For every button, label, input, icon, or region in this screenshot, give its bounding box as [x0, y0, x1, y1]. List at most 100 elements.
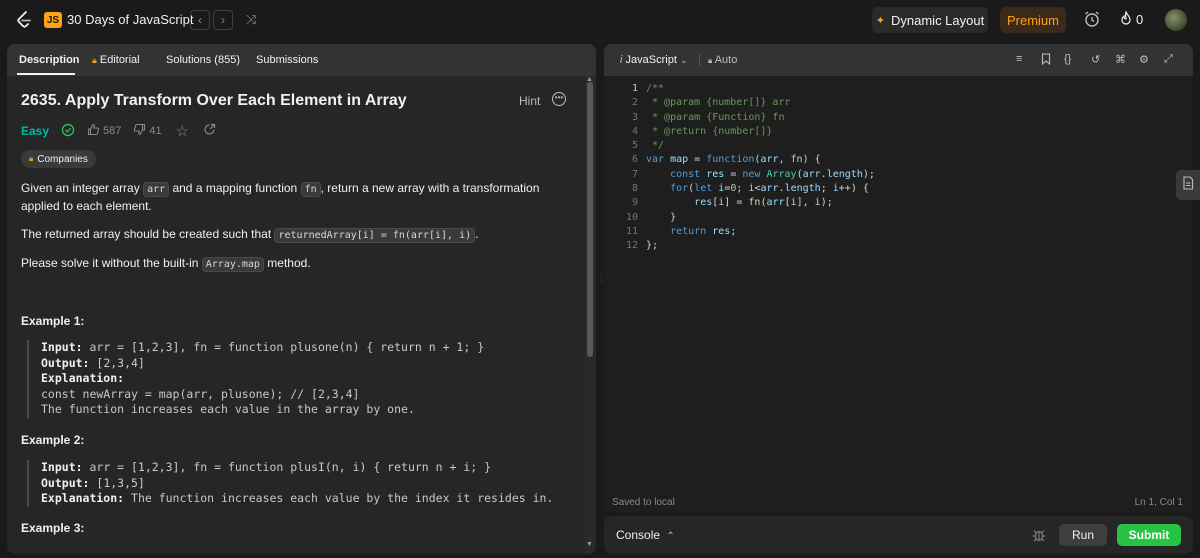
- dislike-button[interactable]: 41: [133, 123, 162, 139]
- input-value: arr = [1,2,3], fn = function plusone(n) …: [82, 340, 485, 354]
- output-value: [1,3,5]: [89, 475, 145, 490]
- side-panel-toggle[interactable]: [1176, 170, 1200, 200]
- problem-title[interactable]: 2635. Apply Transform Over Each Element …: [21, 92, 407, 110]
- line-number: 9: [631, 197, 638, 209]
- description-paragraph: Given an integer array arr and a mapping…: [21, 180, 571, 215]
- streak-counter[interactable]: 0: [1120, 10, 1143, 28]
- description-panel: Description 🔒︎ Editorial Solutions (855)…: [7, 44, 596, 554]
- line-number: 2: [631, 97, 638, 109]
- prev-problem-button[interactable]: ‹: [190, 10, 210, 30]
- next-problem-button[interactable]: ›: [213, 10, 233, 30]
- star-icon[interactable]: ☆: [176, 122, 189, 140]
- lock-icon: 🔒︎: [29, 154, 34, 163]
- desc-text: Given an integer array: [21, 181, 144, 195]
- auto-mode[interactable]: 🔒︎ Auto: [708, 54, 737, 66]
- explanation-line: The function increases each value in the…: [41, 402, 415, 417]
- example-block: Input: arr = [1,2,3], fn = function plus…: [27, 340, 484, 418]
- line-number: 8: [631, 183, 638, 195]
- console-bar: Console ⌃ Run Submit: [604, 516, 1193, 554]
- alarm-clock-icon[interactable]: [1083, 10, 1101, 28]
- thumbs-down-icon: [133, 123, 146, 139]
- panel-resize-handle[interactable]: ⋮: [597, 274, 606, 290]
- line-number: 6: [631, 154, 638, 166]
- chevron-right-icon: ›: [221, 13, 225, 27]
- leetcode-logo-icon[interactable]: [14, 10, 34, 30]
- auto-label: Auto: [714, 54, 738, 66]
- scroll-down-arrow-icon[interactable]: ▼: [586, 541, 593, 548]
- line-number: 11: [625, 225, 638, 237]
- language-select[interactable]: i JavaScript ⌄: [620, 54, 687, 66]
- thumbs-up-icon: [87, 123, 100, 139]
- braces-icon[interactable]: {}: [1064, 53, 1071, 65]
- output-label: Output:: [41, 355, 90, 370]
- line-number: 4: [631, 125, 638, 137]
- user-avatar[interactable]: [1165, 9, 1187, 31]
- explanation-line: const newArray = map(arr, plusone); // […: [41, 386, 360, 401]
- tab-editorial-label: Editorial: [99, 54, 140, 66]
- inline-code: Array.map: [201, 257, 264, 272]
- lock-icon: 🔒︎: [708, 56, 713, 65]
- more-options-icon[interactable]: •••: [552, 92, 566, 106]
- companies-tag[interactable]: 🔒︎ Companies: [21, 150, 96, 168]
- companies-label: Companies: [37, 153, 88, 165]
- example-heading: Example 1:: [21, 314, 85, 328]
- line-number: 7: [631, 168, 638, 180]
- bookmark-icon[interactable]: [1041, 53, 1051, 68]
- code-content[interactable]: /** * @param {number[]} arr * @param {Fu…: [646, 82, 875, 254]
- reset-icon[interactable]: ↺: [1091, 53, 1100, 66]
- output-label: Output:: [41, 475, 90, 490]
- run-button[interactable]: Run: [1059, 524, 1107, 546]
- example-heading: Example 2:: [21, 433, 85, 447]
- dynamic-layout-button[interactable]: ✦ Dynamic Layout: [872, 7, 988, 33]
- debug-bug-icon[interactable]: [1031, 527, 1047, 543]
- premium-button[interactable]: Premium: [1000, 7, 1066, 33]
- share-icon[interactable]: [203, 123, 216, 139]
- line-number: 10: [625, 211, 638, 223]
- toolbar-separator: [699, 54, 700, 66]
- explanation-label: Explanation:: [41, 491, 125, 506]
- command-icon[interactable]: ⌘: [1115, 53, 1126, 66]
- submit-button[interactable]: Submit: [1117, 524, 1181, 546]
- expand-icon[interactable]: ⤢: [1164, 53, 1173, 66]
- console-label: Console: [616, 528, 661, 542]
- format-lines-icon[interactable]: ≡: [1016, 53, 1022, 65]
- inline-code: returnedArray[i] = fn(arr[i], i): [274, 228, 476, 243]
- desc-text: and a mapping function: [169, 181, 301, 195]
- shuffle-icon[interactable]: ⤨: [246, 12, 256, 28]
- tab-editorial[interactable]: 🔒︎ Editorial: [92, 54, 140, 66]
- line-number: 3: [631, 111, 638, 123]
- dynamic-layout-label: Dynamic Layout: [891, 12, 985, 28]
- console-toggle[interactable]: Console ⌃: [616, 528, 675, 542]
- tab-submissions[interactable]: Submissions: [256, 54, 318, 66]
- line-numbers: 1 2 3 4 5 6 7 8 9 10 11 12: [604, 82, 638, 254]
- solved-check-icon: [61, 123, 75, 140]
- line-number: 12: [625, 240, 638, 252]
- like-button[interactable]: 587: [87, 123, 121, 139]
- line-number: 1: [631, 83, 638, 94]
- tab-description[interactable]: Description: [19, 54, 80, 66]
- scroll-up-arrow-icon[interactable]: ▲: [586, 76, 593, 83]
- settings-gear-icon[interactable]: ⚙: [1139, 53, 1149, 66]
- desc-text: Please solve it without the built-in: [21, 256, 202, 270]
- document-icon: [1182, 175, 1194, 195]
- description-paragraph: Please solve it without the built-in Arr…: [21, 255, 571, 273]
- hint-button[interactable]: Hint: [519, 94, 540, 108]
- output-value: [2,3,4]: [89, 355, 145, 370]
- desc-text: .: [475, 227, 479, 241]
- scrollbar-thumb[interactable]: [587, 82, 593, 357]
- description-paragraph: The returned array should be created suc…: [21, 226, 571, 244]
- list-badge[interactable]: JS: [44, 12, 62, 28]
- problem-list-title[interactable]: 30 Days of JavaScript: [67, 12, 193, 27]
- info-icon: i: [620, 54, 623, 66]
- input-label: Input:: [41, 460, 83, 474]
- dislike-count: 41: [149, 125, 162, 137]
- fire-icon: [1120, 10, 1132, 28]
- chevron-down-icon: ⌄: [679, 55, 688, 65]
- chevron-up-icon: ⌃: [666, 531, 675, 542]
- desc-text: method.: [263, 256, 311, 270]
- difficulty-badge: Easy: [21, 124, 50, 138]
- saved-status: Saved to local: [612, 497, 675, 508]
- tab-solutions[interactable]: Solutions (855): [166, 54, 240, 66]
- input-label: Input:: [41, 340, 83, 354]
- cursor-position: Ln 1, Col 1: [1134, 497, 1183, 508]
